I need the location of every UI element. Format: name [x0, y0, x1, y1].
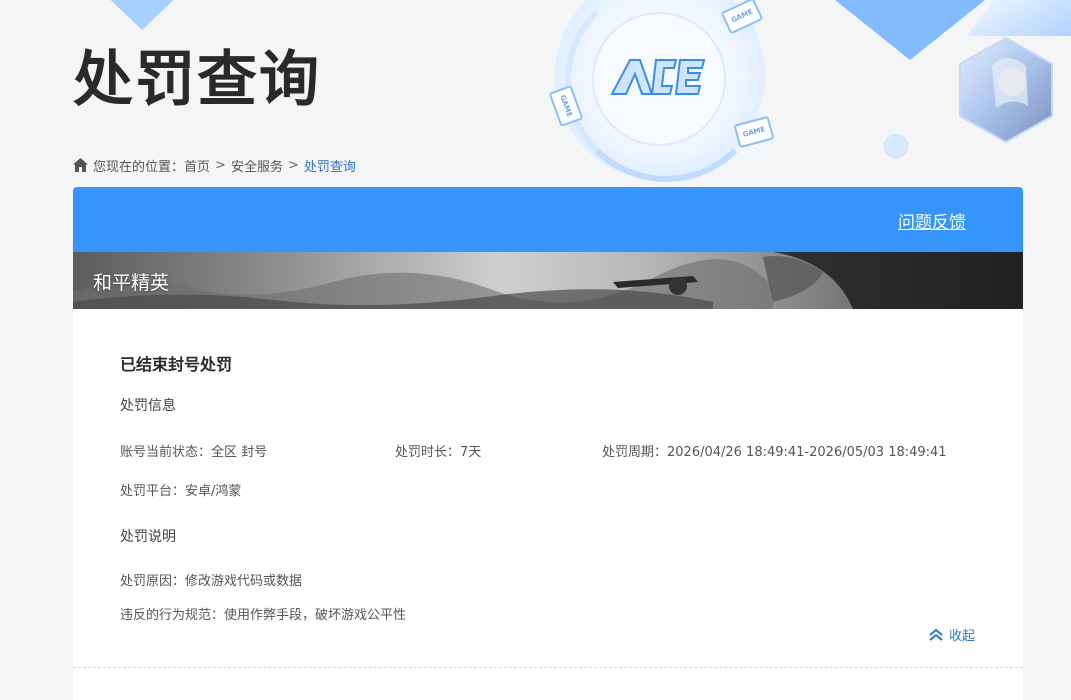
- penalty-duration: 处罚时长：7天: [395, 445, 482, 460]
- penalty-platform: 处罚平台：安卓/鸿蒙: [120, 484, 242, 499]
- breadcrumb-current: 处罚查询: [303, 159, 356, 175]
- home-icon: [73, 158, 88, 172]
- explanation-heading: 处罚说明: [120, 529, 176, 545]
- game-banner: 和平精英: [73, 252, 1023, 309]
- penalty-card: 已结束封号处罚 处罚信息 账号当前状态：全区 封号 处罚时长：7天 处罚周期：2…: [73, 309, 1023, 700]
- account-status: 账号当前状态：全区 封号: [120, 445, 268, 460]
- feedback-link[interactable]: 问题反馈: [898, 208, 966, 233]
- ace-logo-text: ACE: [656, 98, 661, 101]
- penalty-reason: 处罚原因：修改游戏代码或数据: [120, 574, 303, 589]
- section-title: 已结束封号处罚: [120, 355, 233, 374]
- double-chevron-up-icon: [929, 628, 943, 641]
- breadcrumb-prefix: 您现在的位置：: [93, 159, 185, 175]
- penalty-violation: 违反的行为规范：使用作弊手段，破坏游戏公平性: [120, 608, 407, 623]
- header-bar: 问题反馈: [73, 187, 1023, 252]
- breadcrumb-home-link[interactable]: 首页: [184, 156, 210, 175]
- penalty-period: 处罚周期：2026/04/26 18:49:41-2026/05/03 18:4…: [602, 445, 947, 460]
- collapse-button[interactable]: 收起: [928, 625, 975, 644]
- info-heading: 处罚信息: [120, 398, 176, 414]
- ace-logo: ACE: [610, 59, 706, 101]
- breadcrumb-separator: >: [215, 157, 226, 173]
- breadcrumb: 您现在的位置： 首页 > 安全服务 > 处罚查询: [73, 156, 356, 175]
- game-name: 和平精英: [93, 272, 170, 294]
- breadcrumb-separator: >: [287, 157, 299, 173]
- decor-bubble: [884, 134, 908, 158]
- character-portrait: [959, 36, 1053, 144]
- banner-scenery: [73, 252, 1023, 309]
- collapse-label: 收起: [949, 629, 976, 644]
- breadcrumb-security-link[interactable]: 安全服务: [231, 156, 283, 175]
- decor-triangle-left: [100, 0, 184, 30]
- page-title: 处罚查询: [73, 45, 321, 115]
- divider: [73, 667, 1023, 668]
